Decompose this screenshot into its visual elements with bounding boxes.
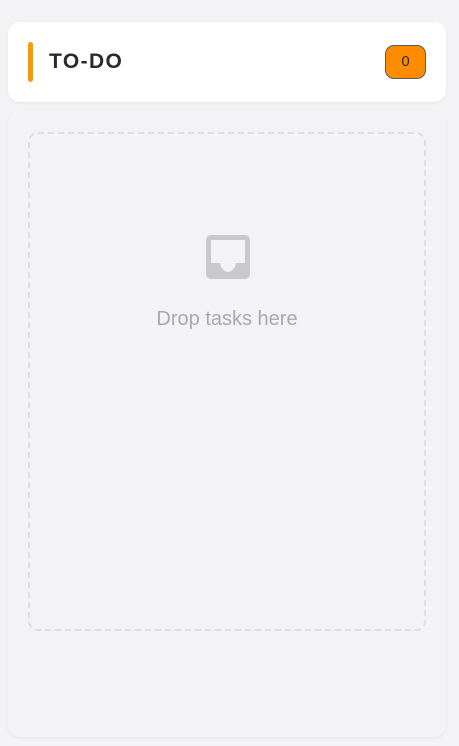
kanban-column: TO-DO 0 Drop tasks here <box>0 0 459 746</box>
task-count-badge: 0 <box>385 45 426 79</box>
inbox-icon <box>206 235 250 279</box>
task-drop-zone[interactable]: Drop tasks here <box>28 132 426 631</box>
drop-zone-hint: Drop tasks here <box>156 308 298 330</box>
column-header: TO-DO 0 <box>8 22 446 102</box>
column-body[interactable]: Drop tasks here <box>8 111 446 737</box>
column-accent-bar <box>28 42 33 82</box>
column-title: TO-DO <box>49 50 124 73</box>
